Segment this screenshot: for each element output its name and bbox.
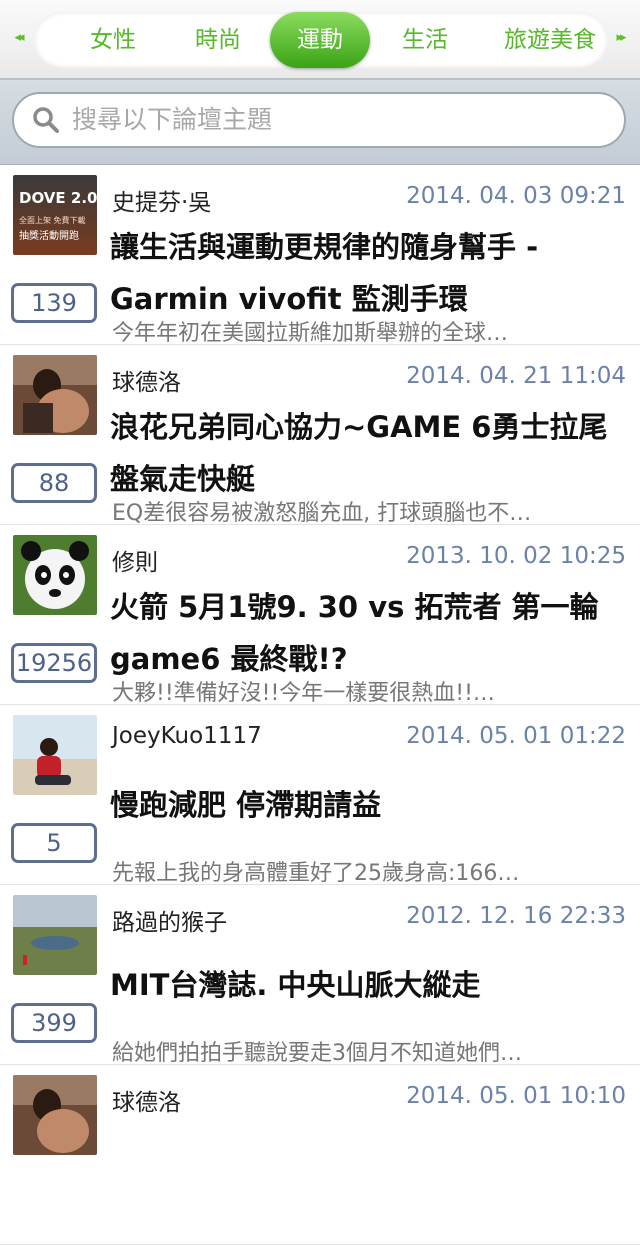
thread-row[interactable]: 19256 修則 2013. 10. 02 10:25 火箭 5月1號9. 30… (0, 525, 640, 706)
thread-thumbnail: DOVE 2.0 全面上架 免費下載 抽獎活動開跑 (13, 175, 97, 255)
thread-thumbnail (13, 1075, 97, 1155)
thread-snippet: 給她們拍拍手聽說要走3個月不知道她們… (112, 1041, 522, 1066)
thread-date: 2014. 04. 03 09:21 (406, 183, 626, 209)
thread-date: 2013. 10. 02 10:25 (406, 543, 626, 569)
search-input[interactable]: 搜尋以下論壇主題 (12, 92, 626, 148)
thread-thumbnail (13, 895, 97, 975)
thread-row[interactable]: 5 JoeyKuo1117 2014. 05. 01 01:22 慢跑減肥 停滯… (0, 705, 640, 886)
search-bar: 搜尋以下論壇主題 (0, 80, 640, 165)
thread-date: 2012. 12. 16 22:33 (406, 903, 626, 929)
thread-row[interactable]: 球德洛 2014. 05. 01 10:10 (0, 1065, 640, 1245)
search-icon (33, 107, 59, 133)
dove-promo-text: 抽獎活動開跑 (19, 229, 79, 242)
thread-thumbnail (13, 355, 97, 435)
thread-snippet: EQ差很容易被激怒腦充血, 打球頭腦也不… (112, 501, 532, 526)
thread-author: 球德洛 (112, 1090, 181, 1116)
thread-author: 路過的猴子 (112, 910, 227, 936)
reply-count-badge: 19256 (11, 643, 97, 683)
thread-title: MIT台灣誌. 中央山脈大縱走 (110, 968, 481, 1002)
tab-travel-food[interactable]: 旅遊美食 (480, 12, 620, 68)
tab-fashion[interactable]: 時尚 (166, 12, 270, 68)
scroll-right-arrow-icon[interactable]: ▸▸ (606, 24, 634, 52)
thread-title: 浪花兄弟同心協力~GAME 6勇士拉尾盤氣走快艇 (110, 410, 608, 496)
thread-thumbnail (13, 535, 97, 615)
category-tab-bar: ◂◂ 女性 時尚 運動 生活 旅遊美食 ▸▸ (0, 0, 640, 80)
thread-date: 2014. 04. 21 11:04 (406, 363, 626, 389)
scroll-left-arrow-icon[interactable]: ◂◂ (4, 24, 32, 52)
tabs: 女性 時尚 運動 生活 旅遊美食 (60, 12, 620, 68)
thread-title: 火箭 5月1號9. 30 vs 拓荒者 第一輪game6 最終戰!? (110, 590, 599, 676)
thread-row[interactable]: 399 路過的猴子 2012. 12. 16 22:33 MIT台灣誌. 中央山… (0, 885, 640, 1066)
thread-thumbnail (13, 715, 97, 795)
thread-date: 2014. 05. 01 01:22 (406, 723, 626, 749)
thread-date: 2014. 05. 01 10:10 (406, 1083, 626, 1109)
thread-snippet: 先報上我的身高體重好了25歲身高:166… (112, 861, 520, 886)
thread-snippet: 今年年初在美國拉斯維加斯舉辦的全球… (112, 321, 509, 346)
thread-snippet: 大夥!!準備好沒!!今年一樣要很熱血!!… (112, 681, 495, 706)
reply-count-badge: 5 (11, 823, 97, 863)
tab-women[interactable]: 女性 (60, 12, 166, 68)
reply-count-badge: 139 (11, 283, 97, 323)
tab-sports[interactable]: 運動 (270, 12, 370, 68)
thread-row[interactable]: DOVE 2.0 全面上架 免費下載 抽獎活動開跑 139 史提芬‧吳 2014… (0, 165, 640, 346)
thread-author: 球德洛 (112, 370, 181, 396)
tab-life[interactable]: 生活 (370, 12, 480, 68)
thread-row[interactable]: 88 球德洛 2014. 04. 21 11:04 浪花兄弟同心協力~GAME … (0, 345, 640, 526)
reply-count-badge: 88 (11, 463, 97, 503)
reply-count-badge: 399 (11, 1003, 97, 1043)
thread-author: JoeyKuo1117 (112, 723, 262, 749)
dove-logo-text: DOVE 2.0 (19, 189, 97, 207)
thread-author: 史提芬‧吳 (112, 190, 212, 216)
search-placeholder: 搜尋以下論壇主題 (72, 105, 273, 134)
thread-author: 修則 (112, 550, 158, 576)
dove-tagline-text: 全面上架 免費下載 (19, 215, 86, 225)
thread-title: 慢跑減肥 停滯期請益 (110, 788, 382, 822)
thread-title: 讓生活與運動更規律的隨身幫手 - Garmin vivofit 監測手環 (110, 230, 539, 316)
thread-list: DOVE 2.0 全面上架 免費下載 抽獎活動開跑 139 史提芬‧吳 2014… (0, 165, 640, 1245)
